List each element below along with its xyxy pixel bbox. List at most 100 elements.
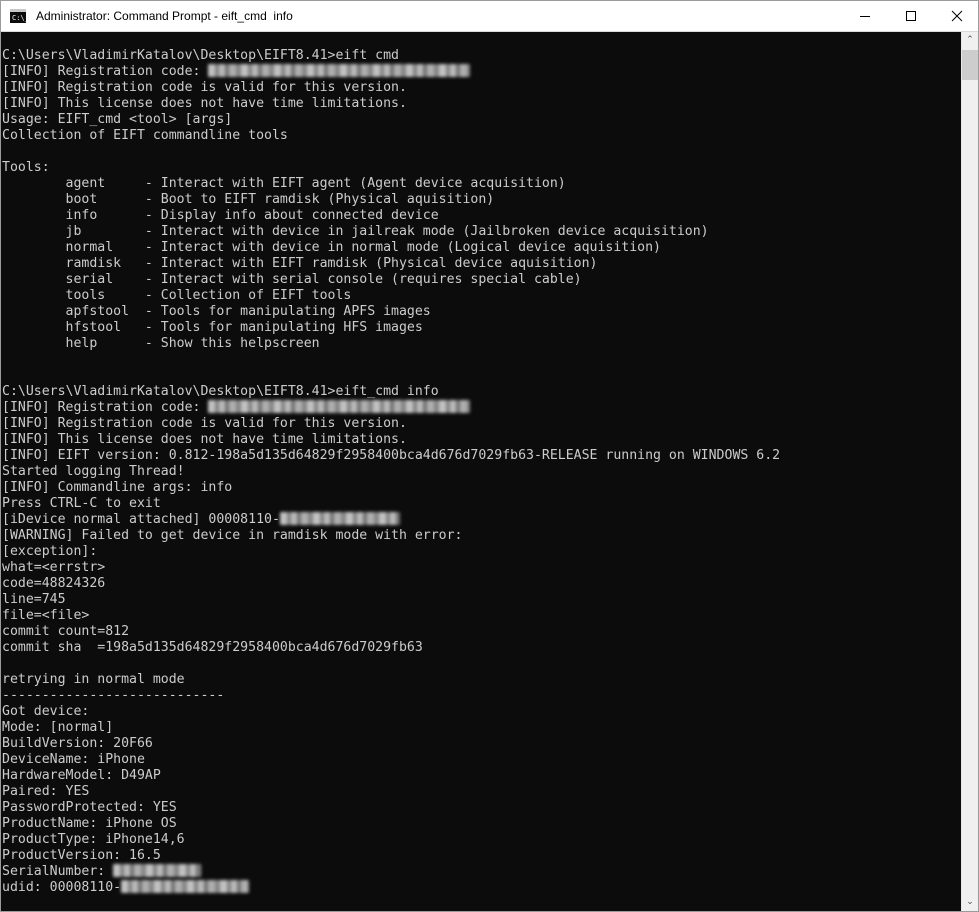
minimize-button[interactable] <box>842 1 888 31</box>
redacted-text-block <box>208 400 470 413</box>
console-line-text: commit count=812 <box>2 624 129 639</box>
console-line: ProductType: iPhone14,6 <box>2 832 780 848</box>
console-line-text: Mode: [normal] <box>2 720 113 735</box>
maximize-button[interactable] <box>888 1 934 31</box>
scrollbar-track[interactable] <box>962 49 978 894</box>
console-line-text: [WARNING] Failed to get device in ramdis… <box>2 528 463 543</box>
console-line-text: [iDevice normal attached] 00008110- <box>2 512 280 527</box>
console-line-text: DeviceName: iPhone <box>2 752 145 767</box>
console-line: [INFO] This license does not have time l… <box>2 432 780 448</box>
redacted-text-block <box>113 864 201 877</box>
console-line: help - Show this helpscreen <box>2 336 780 352</box>
window-title: Administrator: Command Prompt - eift_cmd… <box>36 8 293 24</box>
console-line <box>2 352 780 368</box>
command-prompt-icon: C:\_ <box>9 8 27 24</box>
titlebar-drag-region[interactable]: C:\_ Administrator: Command Prompt - eif… <box>1 1 842 31</box>
scroll-up-button[interactable]: ⌃ <box>962 32 978 49</box>
console-line-text: [INFO] This license does not have time l… <box>2 432 407 447</box>
console-line: what=<errstr> <box>2 560 780 576</box>
console-line: Got device: <box>2 704 780 720</box>
console-line-text: [INFO] Registration code: <box>2 64 208 79</box>
console-line-text: [INFO] EIFT version: 0.812-198a5d135d648… <box>2 448 780 463</box>
console-line: [INFO] EIFT version: 0.812-198a5d135d648… <box>2 448 780 464</box>
console-line <box>2 656 780 672</box>
console-line: [WARNING] Failed to get device in ramdis… <box>2 528 780 544</box>
console-line: boot - Boot to EIFT ramdisk (Physical aq… <box>2 192 780 208</box>
console-line-text: BuildVersion: 20F66 <box>2 736 153 751</box>
console-line: Paired: YES <box>2 784 780 800</box>
console-line-text: agent - Interact with EIFT agent (Agent … <box>2 176 566 191</box>
close-icon <box>951 10 963 22</box>
console-line: tools - Collection of EIFT tools <box>2 288 780 304</box>
titlebar[interactable]: C:\_ Administrator: Command Prompt - eif… <box>1 1 979 32</box>
console-line-text: code=48824326 <box>2 576 105 591</box>
console-line: udid: 00008110- <box>2 880 780 896</box>
console-line: jb - Interact with device in jailreak mo… <box>2 224 780 240</box>
console-line-text: info - Display info about connected devi… <box>2 208 439 223</box>
console-line-text: Paired: YES <box>2 784 89 799</box>
console-line: Tools: <box>2 160 780 176</box>
console-line-text: C:\Users\VladimirKatalov\Desktop\EIFT8.4… <box>2 384 439 399</box>
console-line-text: Press CTRL-C to exit <box>2 496 161 511</box>
console-line: [exception]: <box>2 544 780 560</box>
console-line: DeviceName: iPhone <box>2 752 780 768</box>
console-line: line=745 <box>2 592 780 608</box>
console-line: ProductVersion: 16.5 <box>2 848 780 864</box>
console-line: file=<file> <box>2 608 780 624</box>
console-line-text: ProductName: iPhone OS <box>2 816 177 831</box>
console-line: C:\Users\VladimirKatalov\Desktop\EIFT8.4… <box>2 48 780 64</box>
console-line: BuildVersion: 20F66 <box>2 736 780 752</box>
console-line-text: apfstool - Tools for manipulating APFS i… <box>2 304 431 319</box>
console-line: SerialNumber: <box>2 864 780 880</box>
console-line: [INFO] Registration code: <box>2 64 780 80</box>
console-line-text: hfstool - Tools for manipulating HFS ima… <box>2 320 423 335</box>
console-line-text: help - Show this helpscreen <box>2 336 320 351</box>
console-line-text: jb - Interact with device in jailreak mo… <box>2 224 709 239</box>
scroll-down-button[interactable]: ⌄ <box>962 894 978 911</box>
console-line: [INFO] Registration code: <box>2 400 780 416</box>
console-line: Started logging Thread! <box>2 464 780 480</box>
console-text: C:\Users\VladimirKatalov\Desktop\EIFT8.4… <box>2 48 780 896</box>
console-line-text: Collection of EIFT commandline tools <box>2 128 288 143</box>
console-line-text: commit sha =198a5d135d64829f2958400bca4d… <box>2 640 423 655</box>
maximize-icon <box>905 10 917 22</box>
console-line-text: HardwareModel: D49AP <box>2 768 161 783</box>
console-line-text: Started logging Thread! <box>2 464 185 479</box>
chevron-up-icon: ⌃ <box>966 36 974 45</box>
console-line: ProductName: iPhone OS <box>2 816 780 832</box>
vertical-scrollbar[interactable]: ⌃ ⌄ <box>961 32 977 911</box>
console-line: Collection of EIFT commandline tools <box>2 128 780 144</box>
console-line: commit sha =198a5d135d64829f2958400bca4d… <box>2 640 780 656</box>
console-line-text: SerialNumber: <box>2 864 113 879</box>
console-line: [INFO] Registration code is valid for th… <box>2 416 780 432</box>
console-line: HardwareModel: D49AP <box>2 768 780 784</box>
console-line: PasswordProtected: YES <box>2 800 780 816</box>
close-button[interactable] <box>934 1 979 31</box>
console-line-text: C:\Users\VladimirKatalov\Desktop\EIFT8.4… <box>2 48 399 63</box>
console-line-text: [exception]: <box>2 544 97 559</box>
console-line-text: Usage: EIFT_cmd <tool> [args] <box>2 112 232 127</box>
console-line-text: line=745 <box>2 592 66 607</box>
console-line-text: ProductVersion: 16.5 <box>2 848 161 863</box>
console-line: commit count=812 <box>2 624 780 640</box>
console-line <box>2 144 780 160</box>
console-line: C:\Users\VladimirKatalov\Desktop\EIFT8.4… <box>2 384 780 400</box>
console-line-text: [INFO] Registration code: <box>2 400 208 415</box>
minimize-icon <box>859 10 871 22</box>
console-line: [INFO] Registration code is valid for th… <box>2 80 780 96</box>
command-prompt-window: C:\_ Administrator: Command Prompt - eif… <box>0 0 979 912</box>
console-line: Mode: [normal] <box>2 720 780 736</box>
console-line: retrying in normal mode <box>2 672 780 688</box>
console-line-text: PasswordProtected: YES <box>2 800 177 815</box>
console-line: [INFO] This license does not have time l… <box>2 96 780 112</box>
console-output-area[interactable]: C:\Users\VladimirKatalov\Desktop\EIFT8.4… <box>2 32 963 911</box>
console-line: hfstool - Tools for manipulating HFS ima… <box>2 320 780 336</box>
console-line-text: tools - Collection of EIFT tools <box>2 288 351 303</box>
console-line-text: [INFO] This license does not have time l… <box>2 96 407 111</box>
console-line-text: Tools: <box>2 160 50 175</box>
console-line-text: what=<errstr> <box>2 560 105 575</box>
redacted-text-block <box>208 64 470 77</box>
scrollbar-thumb[interactable] <box>962 50 978 80</box>
console-line: ---------------------------- <box>2 688 780 704</box>
console-line: agent - Interact with EIFT agent (Agent … <box>2 176 780 192</box>
